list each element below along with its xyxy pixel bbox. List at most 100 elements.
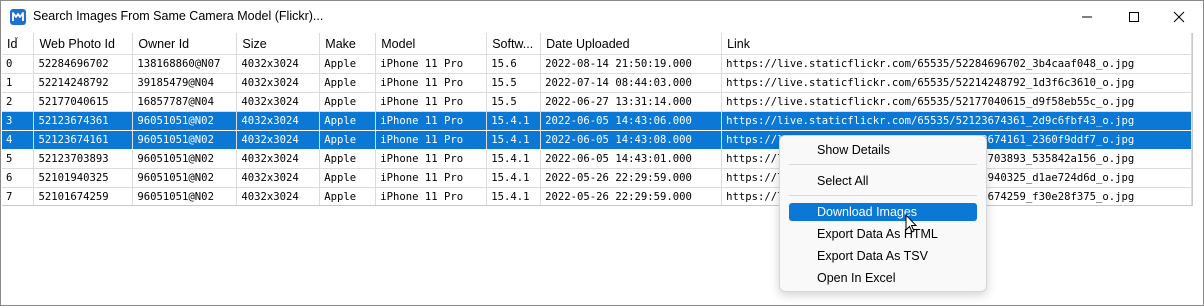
cell-id: 5 bbox=[2, 149, 35, 169]
cell-software: 15.4.1 bbox=[486, 130, 542, 150]
table-row[interactable]: 7 52101674259 96051051@N02 4032x3024 Apple iP… bbox=[2, 187, 1192, 205]
cell-size: 4032x3024 bbox=[236, 111, 321, 131]
cell-web-photo-id: 52123703893 bbox=[33, 149, 134, 169]
cell-model: iPhone 11 Pro bbox=[375, 130, 488, 150]
cell-owner-id: 96051051@N02 bbox=[132, 130, 238, 150]
cell-link: https://live.staticflickr.com/65535/5217… bbox=[721, 92, 1192, 112]
window-title: Search Images From Same Camera Model (Fl… bbox=[33, 9, 324, 23]
cell-date-uploaded: 2022-08-14 21:50:19.000 bbox=[540, 54, 723, 74]
cell-date-uploaded: 2022-06-05 14:43:06.000 bbox=[540, 111, 723, 131]
column-header-web-photo-id[interactable]: Web Photo Id bbox=[33, 33, 134, 55]
cell-web-photo-id: 52123674161 bbox=[33, 130, 134, 150]
menu-select-all[interactable]: Select All bbox=[789, 172, 977, 190]
cell-software: 15.4.1 bbox=[486, 187, 542, 205]
cell-make: Apple bbox=[319, 54, 377, 74]
column-header-id[interactable]: ⌄ Id bbox=[2, 33, 35, 55]
cell-id: 2 bbox=[2, 92, 35, 112]
context-menu: Show Details Select All Download Images … bbox=[779, 135, 987, 292]
cell-owner-id: 96051051@N02 bbox=[132, 187, 238, 205]
cell-size: 4032x3024 bbox=[236, 54, 321, 74]
cell-make: Apple bbox=[319, 130, 377, 150]
cell-model: iPhone 11 Pro bbox=[375, 149, 488, 169]
cell-web-photo-id: 52101940325 bbox=[33, 168, 134, 188]
cell-software: 15.4.1 bbox=[486, 168, 542, 188]
table-row[interactable]: 0 52284696702 138168860@N07 4032x3024 Apple i… bbox=[2, 54, 1192, 74]
cell-size: 4032x3024 bbox=[236, 130, 321, 150]
cell-size: 4032x3024 bbox=[236, 92, 321, 112]
menu-export-html[interactable]: Export Data As HTML bbox=[789, 225, 977, 243]
table-row[interactable]: 5 52123703893 96051051@N02 4032x3024 Apple iP… bbox=[2, 149, 1192, 169]
cell-web-photo-id: 52284696702 bbox=[33, 54, 134, 74]
column-header-software[interactable]: Softw... bbox=[486, 33, 542, 55]
cell-id: 6 bbox=[2, 168, 35, 188]
cell-size: 4032x3024 bbox=[236, 187, 321, 205]
cell-date-uploaded: 2022-06-05 14:43:08.000 bbox=[540, 130, 723, 150]
cell-date-uploaded: 2022-05-26 22:29:59.000 bbox=[540, 187, 723, 205]
minimize-icon bbox=[1082, 16, 1092, 18]
cell-size: 4032x3024 bbox=[236, 73, 321, 93]
table-row[interactable]: 3 52123674361 96051051@N02 4032x3024 Apple iP… bbox=[2, 111, 1192, 131]
cell-model: iPhone 11 Pro bbox=[375, 168, 488, 188]
cell-model: iPhone 11 Pro bbox=[375, 54, 488, 74]
results-grid[interactable]: ⌄ Id Web Photo Id Owner Id Size Make Mode… bbox=[2, 33, 1193, 206]
cell-software: 15.4.1 bbox=[486, 111, 542, 131]
column-header-link[interactable]: Link bbox=[721, 33, 1192, 55]
title-bar[interactable]: Search Images From Same Camera Model (Fl… bbox=[1, 1, 1203, 33]
cell-link: https://live.staticflickr.com/65535/5221… bbox=[721, 73, 1192, 93]
cell-id: 3 bbox=[2, 111, 35, 131]
column-header-model[interactable]: Model bbox=[375, 33, 488, 55]
results-table: ⌄ Id Web Photo Id Owner Id Size Make Mode… bbox=[2, 33, 1192, 205]
cell-web-photo-id: 52214248792 bbox=[33, 73, 134, 93]
mouse-pointer-icon bbox=[905, 214, 917, 233]
column-header-owner-id[interactable]: Owner Id bbox=[132, 33, 238, 55]
cell-owner-id: 96051051@N02 bbox=[132, 168, 238, 188]
maximize-icon bbox=[1129, 12, 1139, 22]
menu-open-excel[interactable]: Open In Excel bbox=[789, 269, 977, 287]
menu-export-tsv[interactable]: Export Data As TSV bbox=[789, 247, 977, 265]
cell-id: 1 bbox=[2, 73, 35, 93]
app-logo-icon bbox=[10, 9, 26, 25]
cell-id: 7 bbox=[2, 187, 35, 205]
cell-software: 15.6 bbox=[486, 54, 542, 74]
cell-date-uploaded: 2022-05-26 22:29:59.000 bbox=[540, 168, 723, 188]
menu-show-details[interactable]: Show Details bbox=[789, 141, 977, 159]
cell-software: 15.4.1 bbox=[486, 149, 542, 169]
close-icon bbox=[1173, 11, 1185, 23]
app-window: Search Images From Same Camera Model (Fl… bbox=[0, 0, 1204, 306]
table-row[interactable]: 1 52214248792 39185479@N04 4032x3024 Apple iP… bbox=[2, 73, 1192, 93]
sort-caret-icon: ⌄ bbox=[13, 33, 20, 41]
cell-make: Apple bbox=[319, 111, 377, 131]
menu-separator bbox=[789, 164, 977, 165]
cell-owner-id: 96051051@N02 bbox=[132, 111, 238, 131]
cell-date-uploaded: 2022-06-27 13:31:14.000 bbox=[540, 92, 723, 112]
cell-web-photo-id: 52177040615 bbox=[33, 92, 134, 112]
cell-make: Apple bbox=[319, 187, 377, 205]
cell-owner-id: 39185479@N04 bbox=[132, 73, 238, 93]
cell-software: 15.5 bbox=[486, 73, 542, 93]
menu-download-images[interactable]: Download Images bbox=[789, 203, 977, 221]
cell-date-uploaded: 2022-06-05 14:43:01.000 bbox=[540, 149, 723, 169]
cell-make: Apple bbox=[319, 92, 377, 112]
cell-make: Apple bbox=[319, 149, 377, 169]
column-header-date-uploaded[interactable]: Date Uploaded bbox=[540, 33, 723, 55]
maximize-button[interactable] bbox=[1111, 1, 1157, 33]
cell-owner-id: 96051051@N02 bbox=[132, 149, 238, 169]
cell-software: 15.5 bbox=[486, 92, 542, 112]
table-row[interactable]: 6 52101940325 96051051@N02 4032x3024 Apple iP… bbox=[2, 168, 1192, 188]
cell-link: https://live.staticflickr.com/65535/5212… bbox=[721, 111, 1192, 131]
cell-owner-id: 138168860@N07 bbox=[132, 54, 238, 74]
menu-separator bbox=[789, 195, 977, 196]
header-row: ⌄ Id Web Photo Id Owner Id Size Make Mode… bbox=[2, 33, 1192, 55]
minimize-button[interactable] bbox=[1064, 1, 1110, 33]
cell-model: iPhone 11 Pro bbox=[375, 73, 488, 93]
table-row[interactable]: 2 52177040615 16857787@N04 4032x3024 Apple iP… bbox=[2, 92, 1192, 112]
cell-web-photo-id: 52123674361 bbox=[33, 111, 134, 131]
column-header-size[interactable]: Size bbox=[236, 33, 321, 55]
cell-size: 4032x3024 bbox=[236, 149, 321, 169]
cell-id: 4 bbox=[2, 130, 35, 150]
column-header-make[interactable]: Make bbox=[319, 33, 377, 55]
cell-web-photo-id: 52101674259 bbox=[33, 187, 134, 205]
table-row[interactable]: 4 52123674161 96051051@N02 4032x3024 Apple iP… bbox=[2, 130, 1192, 150]
close-button[interactable] bbox=[1156, 1, 1202, 33]
cell-link: https://live.staticflickr.com/65535/5228… bbox=[721, 54, 1192, 74]
